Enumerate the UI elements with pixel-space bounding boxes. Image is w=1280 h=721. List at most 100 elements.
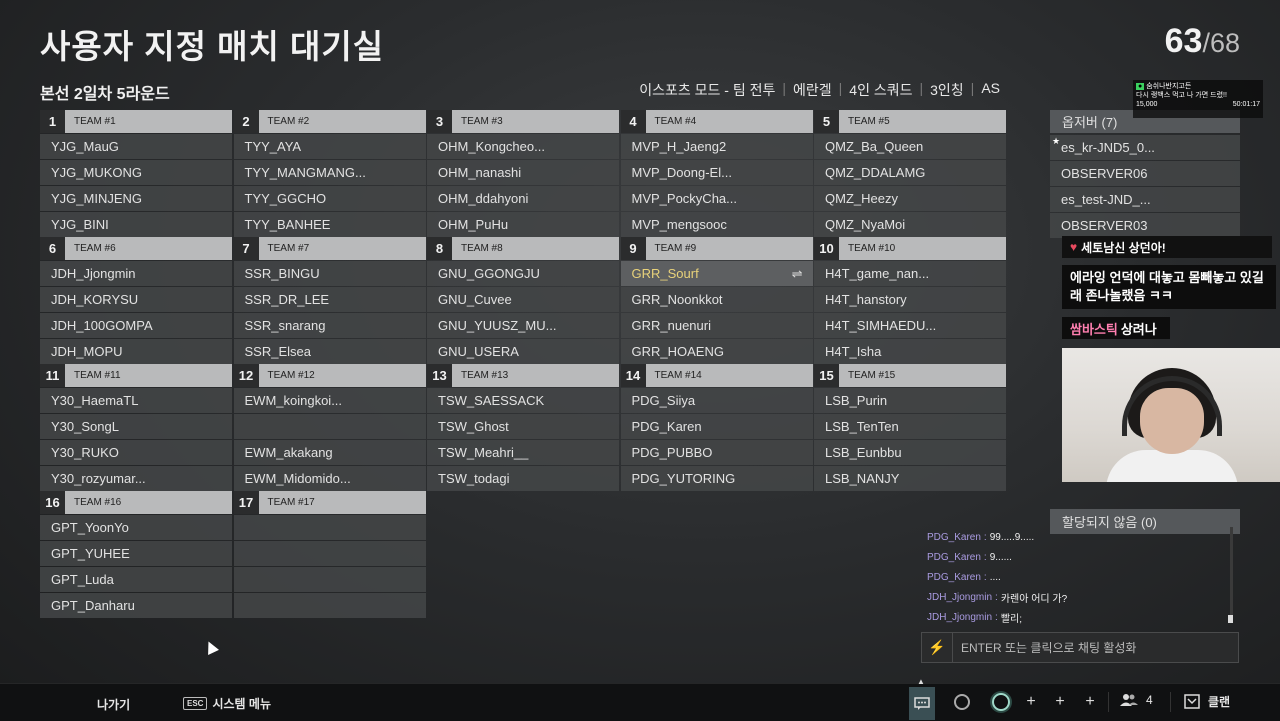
player-slot[interactable] bbox=[233, 593, 426, 618]
player-slot[interactable]: SSR_snarang bbox=[233, 313, 426, 338]
player-slot[interactable]: JDH_Jjongmin bbox=[40, 261, 232, 286]
player-slot[interactable]: YJG_BINI bbox=[40, 212, 232, 237]
team-header[interactable]: 15 TEAM #15 bbox=[814, 364, 1006, 387]
global-button[interactable] bbox=[989, 690, 1013, 714]
player-slot[interactable]: LSB_Eunbbu bbox=[814, 440, 1006, 465]
observer-slot[interactable]: OBSERVER06 bbox=[1050, 161, 1240, 186]
player-slot[interactable]: Y30_rozyumar... bbox=[40, 466, 232, 491]
player-slot[interactable]: SSR_Elsea bbox=[233, 339, 426, 364]
invite-slot-button[interactable]: + bbox=[1078, 690, 1102, 714]
invite-slot-button[interactable]: + bbox=[1019, 690, 1043, 714]
team-header[interactable]: 1 TEAM #1 bbox=[40, 110, 232, 133]
player-slot[interactable]: Y30_HaemaTL bbox=[40, 388, 232, 413]
player-slot[interactable]: Y30_SongL bbox=[40, 414, 232, 439]
player-slot[interactable]: GPT_YUHEE bbox=[40, 541, 232, 566]
player-slot[interactable]: JDH_MOPU bbox=[40, 339, 232, 364]
player-slot[interactable]: EWM_akakang bbox=[233, 440, 426, 465]
team-header[interactable]: 7 TEAM #7 bbox=[233, 237, 426, 260]
player-slot[interactable]: YJG_MINJENG bbox=[40, 186, 232, 211]
player-slot[interactable]: OHM_ddahyoni bbox=[427, 186, 619, 211]
player-slot[interactable]: Y30_RUKO bbox=[40, 440, 232, 465]
player-slot[interactable]: GRR_HOAENG bbox=[620, 339, 813, 364]
player-slot[interactable]: QMZ_Ba_Queen bbox=[814, 134, 1006, 159]
player-slot[interactable]: LSB_NANJY bbox=[814, 466, 1006, 491]
system-menu-button[interactable]: ESC 시스템 메뉴 bbox=[183, 695, 271, 712]
player-slot[interactable]: GNU_YUUSZ_MU... bbox=[427, 313, 619, 338]
player-slot[interactable]: PDG_YUTORING bbox=[620, 466, 813, 491]
player-slot[interactable]: TSW_Meahri__ bbox=[427, 440, 619, 465]
player-slot[interactable]: QMZ_DDALAMG bbox=[814, 160, 1006, 185]
player-slot[interactable]: SSR_BINGU bbox=[233, 261, 426, 286]
voice-button[interactable] bbox=[950, 690, 974, 714]
player-slot[interactable]: GNU_GGONGJU bbox=[427, 261, 619, 286]
player-slot[interactable]: MVP_mengsooc bbox=[620, 212, 813, 237]
player-slot[interactable]: JDH_100GOMPA bbox=[40, 313, 232, 338]
player-slot[interactable]: TYY_AYA bbox=[233, 134, 426, 159]
player-slot[interactable]: YJG_MauG bbox=[40, 134, 232, 159]
player-slot[interactable]: TYY_MANGMANG... bbox=[233, 160, 426, 185]
player-slot[interactable]: TSW_SAESSACK bbox=[427, 388, 619, 413]
observer-slot[interactable]: OBSERVER03 bbox=[1050, 213, 1240, 238]
player-slot[interactable]: H4T_hanstory bbox=[814, 287, 1006, 312]
player-slot[interactable]: GPT_YoonYo bbox=[40, 515, 232, 540]
team-header[interactable]: 13 TEAM #13 bbox=[427, 364, 619, 387]
player-slot[interactable]: GPT_Danharu bbox=[40, 593, 232, 618]
player-slot[interactable]: TSW_Ghost bbox=[427, 414, 619, 439]
party-button[interactable]: 4 bbox=[1120, 693, 1153, 707]
team-header[interactable]: 14 TEAM #14 bbox=[620, 364, 813, 387]
team-header[interactable]: 4 TEAM #4 bbox=[620, 110, 813, 133]
player-slot[interactable]: GRR_Noonkkot bbox=[620, 287, 813, 312]
chevron-up-icon[interactable]: ▲ bbox=[917, 677, 925, 686]
player-slot[interactable]: MVP_H_Jaeng2 bbox=[620, 134, 813, 159]
player-slot[interactable]: PDG_PUBBO bbox=[620, 440, 813, 465]
chat-scrollbar-thumb[interactable] bbox=[1228, 615, 1233, 623]
team-header[interactable]: 6 TEAM #6 bbox=[40, 237, 232, 260]
player-slot[interactable]: GNU_Cuvee bbox=[427, 287, 619, 312]
team-header[interactable]: 2 TEAM #2 bbox=[233, 110, 426, 133]
player-slot[interactable]: LSB_Purin bbox=[814, 388, 1006, 413]
player-slot[interactable]: GNU_USERA bbox=[427, 339, 619, 364]
player-slot[interactable]: LSB_TenTen bbox=[814, 414, 1006, 439]
team-header[interactable]: 9 TEAM #9 bbox=[620, 237, 813, 260]
team-header[interactable]: 3 TEAM #3 bbox=[427, 110, 619, 133]
clan-button[interactable]: 클랜 bbox=[1184, 693, 1230, 710]
team-header[interactable]: 16 TEAM #16 bbox=[40, 491, 232, 514]
player-slot[interactable]: PDG_Karen bbox=[620, 414, 813, 439]
observer-slot[interactable]: es_test-JND_... bbox=[1050, 187, 1240, 212]
player-slot[interactable]: H4T_game_nan... bbox=[814, 261, 1006, 286]
player-slot[interactable]: TYY_GGCHO bbox=[233, 186, 426, 211]
team-header[interactable]: 8 TEAM #8 bbox=[427, 237, 619, 260]
player-slot[interactable] bbox=[233, 567, 426, 592]
player-slot[interactable]: QMZ_Heezy bbox=[814, 186, 1006, 211]
player-slot[interactable]: PDG_Siiya bbox=[620, 388, 813, 413]
team-header[interactable]: 12 TEAM #12 bbox=[233, 364, 426, 387]
player-slot[interactable]: MVP_PockyCha... bbox=[620, 186, 813, 211]
exit-button[interactable]: 나가기 bbox=[97, 696, 130, 713]
player-slot[interactable] bbox=[233, 414, 426, 439]
player-slot[interactable]: MVP_Doong-El... bbox=[620, 160, 813, 185]
chat-scrollbar[interactable] bbox=[1230, 527, 1233, 623]
swap-icon[interactable]: ⇌ bbox=[792, 266, 803, 282]
chat-toggle-button[interactable] bbox=[909, 687, 935, 720]
player-slot[interactable]: QMZ_NyaMoi bbox=[814, 212, 1006, 237]
player-slot[interactable]: GPT_Luda bbox=[40, 567, 232, 592]
player-slot[interactable]: H4T_SIMHAEDU... bbox=[814, 313, 1006, 338]
player-slot[interactable]: GRR_nuenuri bbox=[620, 313, 813, 338]
player-slot[interactable] bbox=[233, 541, 426, 566]
chat-input-box[interactable]: ⚡ bbox=[921, 632, 1239, 663]
chat-input[interactable] bbox=[953, 639, 1233, 656]
observer-slot[interactable]: ★ es_kr-JND5_0... bbox=[1050, 135, 1240, 160]
player-slot[interactable]: OHM_PuHu bbox=[427, 212, 619, 237]
player-slot[interactable]: H4T_Isha bbox=[814, 339, 1006, 364]
player-slot[interactable]: OHM_nanashi bbox=[427, 160, 619, 185]
team-header[interactable]: 11 TEAM #11 bbox=[40, 364, 232, 387]
team-header[interactable]: 17 TEAM #17 bbox=[233, 491, 426, 514]
player-slot[interactable]: SSR_DR_LEE bbox=[233, 287, 426, 312]
player-slot[interactable]: EWM_koingkoi... bbox=[233, 388, 426, 413]
player-slot[interactable]: GRR_Sourf ⇌ bbox=[620, 261, 813, 286]
player-slot[interactable]: JDH_KORYSU bbox=[40, 287, 232, 312]
lightning-icon[interactable]: ⚡ bbox=[922, 633, 953, 662]
player-slot[interactable]: TSW_todagi bbox=[427, 466, 619, 491]
player-slot[interactable] bbox=[233, 515, 426, 540]
player-slot[interactable]: YJG_MUKONG bbox=[40, 160, 232, 185]
